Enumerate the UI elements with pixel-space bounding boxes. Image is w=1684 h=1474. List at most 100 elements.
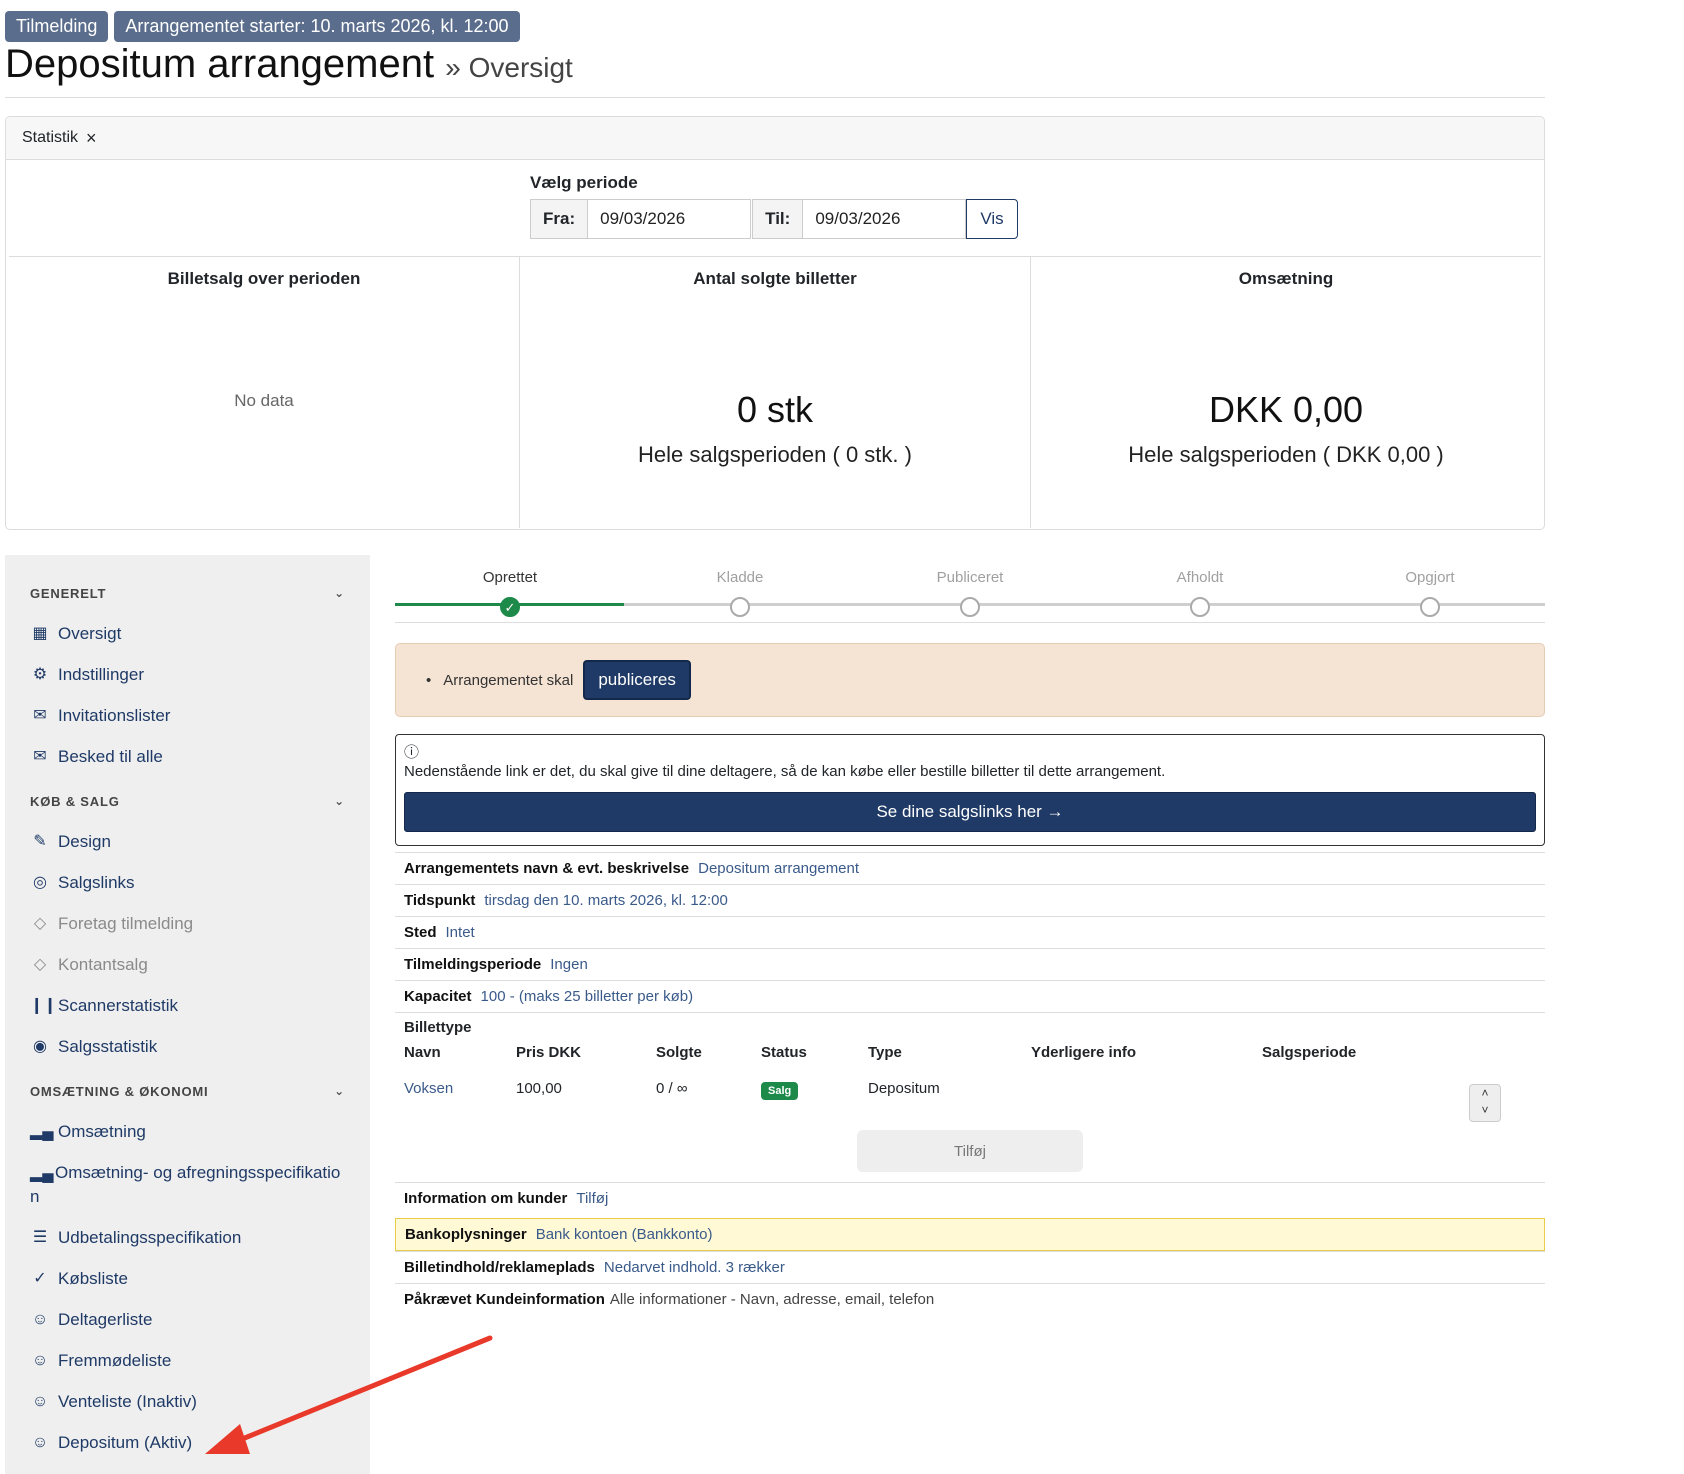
time-link[interactable]: tirsdag den 10. marts 2026, kl. 12:00 [484,892,727,909]
sidebar-item-salgslinks[interactable]: ◎ Salgslinks [5,862,370,903]
ticket-name-link[interactable]: Voksen [404,1080,453,1097]
sidebar-item-scannerstatistik[interactable]: ❙❙ Scannerstatistik [5,985,370,1026]
from-label: Fra: [530,199,589,239]
start-date-badge: Arrangementet starter: 10. marts 2026, k… [114,11,520,42]
detail-registration-period: Tilmeldingsperiode Ingen [395,948,1545,980]
ticket-sold: 0 / ∞ [656,1080,688,1097]
sidebar-item-foretag-tilmelding[interactable]: ◇ Foretag tilmelding [5,903,370,944]
sidebar-item-venteliste[interactable]: ☺ Venteliste (Inaktiv) [5,1381,370,1422]
sidebar-section-koeb-salg[interactable]: KØB & SALG ⌄ [5,781,370,821]
sidebar-item-kontantsalg[interactable]: ◇ Kontantsalg [5,944,370,985]
required-info-value: Alle informationer - Navn, adresse, emai… [609,1291,935,1308]
sidebar-item-label: Besked til alle [58,747,163,766]
tickets-sold-value: 0 stk [736,389,814,430]
column-header: Salgsperiode [1262,1044,1357,1061]
chevron-down-icon: ˅ [1481,1103,1489,1117]
tags-icon: ◇ [33,956,47,973]
bank-info-link[interactable]: Bank kontoen (Bankkonto) [536,1226,713,1243]
step-publiceret: Publiceret [855,569,1085,617]
tag-icon: ◇ [33,915,47,932]
sidebar-item-label: Salgsstatistik [58,1037,158,1056]
sidebar-item-label: Oversigt [58,624,122,643]
sidebar-item-fremmoedeliste[interactable]: ☺ Fremmødeliste [5,1340,370,1381]
sidebar-item-afregningsspecifikation[interactable]: ▂▄Omsætning- og afregningsspecifikation [5,1152,370,1217]
sidebar-item-udbetalingsspecifikation[interactable]: ☰ Udbetalingsspecifikation [5,1217,370,1258]
sidebar-item-label: Omsætning- og afregningsspecifikation [30,1163,341,1206]
sidebar-item-depositum[interactable]: ☺ Depositum (Aktiv) [5,1422,370,1463]
sidebar-section-omsaetning-oekonomi[interactable]: OMSÆTNING & ØKONOMI ⌄ [5,1071,370,1111]
sidebar-item-label: Invitationslister [58,706,171,725]
ticket-types-title: Billettype [404,1019,472,1036]
place-link[interactable]: Intet [446,924,475,941]
to-label: Til: [752,199,804,239]
detail-label: Tilmeldingsperiode [404,956,542,973]
event-name-link[interactable]: Depositum arrangement [698,860,859,877]
ticket-types: Billettype Navn Pris DKK Solgte Status T… [395,1012,1545,1182]
step-circle-icon [1420,597,1440,617]
sidebar-item-label: Depositum (Aktiv) [58,1433,193,1452]
from-date-input[interactable] [588,199,752,239]
ticket-sales-title: Billetsalg over perioden [167,269,361,288]
detail-ticket-content: Billetindhold/reklameplads Nedarvet indh… [395,1251,1545,1283]
detail-label: Tidspunkt [404,892,476,909]
sidebar-item-omsaetning[interactable]: ▂▄ Omsætning [5,1111,370,1152]
sidebar-item-besked-til-alle[interactable]: ✉ Besked til alle [5,736,370,777]
main-content: Oprettet ✓ Kladde Publiceret Afholdt Opg… [395,555,1545,1315]
question-circle-icon: ⓘ [404,744,420,761]
sidebar-item-koebsliste[interactable]: ✓ Købsliste [5,1258,370,1299]
column-header: Status [761,1044,807,1061]
detail-time: Tidspunkt tirsdag den 10. marts 2026, kl… [395,884,1545,916]
alert-text: Arrangementet skal [443,671,574,689]
ticket-price: 100,00 [516,1080,562,1097]
sidebar-item-design[interactable]: ✎ Design [5,821,370,862]
step-circle-icon [960,597,980,617]
sidebar-item-label: Venteliste (Inaktiv) [58,1392,197,1411]
to-date-input[interactable] [803,199,967,239]
sidebar-item-salgsstatistik[interactable]: ◉ Salgsstatistik [5,1026,370,1067]
step-afholdt: Afholdt [1085,569,1315,617]
show-button[interactable]: Vis [966,199,1018,239]
bullet-icon: • [426,671,432,689]
sidebar-item-invitationslister[interactable]: ✉ Invitationslister [5,695,370,736]
step-circle-icon [1190,597,1210,617]
column-header: Solgte [656,1044,702,1061]
status-badge: Tilmelding [5,11,109,42]
cash-icon: ◉ [33,1038,47,1055]
detail-label: Billetindhold/reklameplads [404,1259,595,1276]
period-selector: Vælg periode Fra: Til: Vis [530,173,1018,239]
reorder-handle[interactable]: ˄ ˅ [1469,1084,1501,1122]
detail-event-name: Arrangementets navn & evt. beskrivelse D… [395,852,1545,884]
sidebar-item-deltagerliste[interactable]: ☺ Deltagerliste [5,1299,370,1340]
no-data-text: No data [234,391,294,410]
sidebar-item-label: Deltagerliste [58,1310,153,1329]
publish-button[interactable]: publiceres [583,660,691,700]
column-header: Pris DKK [516,1044,582,1061]
section-label: OMSÆTNING & ØKONOMI [30,1083,209,1099]
person-icon: ☺ [31,1393,49,1410]
barcode-icon: ❙❙ [30,997,57,1014]
section-label: GENERELT [30,585,107,601]
detail-label: Påkrævet Kundeinformation [404,1291,605,1308]
sidebar-item-oversigt[interactable]: ▦ Oversigt [5,613,370,654]
ticket-sales-chart-panel: Billetsalg over perioden No data [9,257,520,528]
person-icon: ☺ [31,1311,49,1328]
sales-links-button[interactable]: Se dine salgslinks her → [404,792,1536,832]
step-label: Publiceret [936,569,1004,586]
step-label: Opgjort [1405,569,1455,586]
sidebar-item-label: Scannerstatistik [58,996,178,1015]
close-icon[interactable]: × [86,128,97,149]
period-row: Fra: Til: Vis [530,199,1018,239]
detail-capacity: Kapacitet 100 - (maks 25 billetter per k… [395,980,1545,1012]
capacity-link[interactable]: 100 - (maks 25 billetter per køb) [481,988,694,1005]
sidebar-section-generelt[interactable]: GENERELT ⌄ [5,573,370,613]
ticket-content-link[interactable]: Nedarvet indhold. 3 rækker [604,1259,785,1276]
registration-period-link[interactable]: Ingen [550,956,588,973]
customer-info-link[interactable]: Tilføj [576,1190,608,1207]
tickets-sold-total: Hele salgsperioden ( 0 stk. ) [638,442,912,467]
add-ticket-button[interactable]: Tilføj [857,1130,1083,1172]
revenue-total: Hele salgsperioden ( DKK 0,00 ) [1128,442,1444,467]
sidebar-item-indstillinger[interactable]: ⚙ Indstillinger [5,654,370,695]
tickets-sold-panel: Antal solgte billetter 0 stk Hele salgsp… [520,257,1031,528]
sidebar-item-label: Indstillinger [58,665,144,684]
brush-icon: ✎ [33,833,47,850]
